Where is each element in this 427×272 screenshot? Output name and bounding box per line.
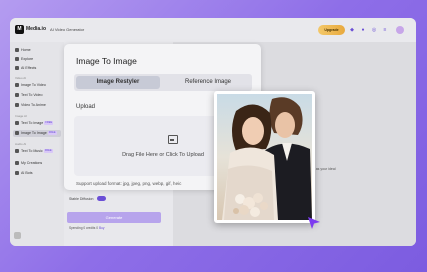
sidebar-item-label: Video To Anime: [21, 103, 46, 107]
brand-logo-icon[interactable]: M: [15, 25, 24, 34]
mode-tabs: Image Restyler Reference Image: [74, 74, 252, 91]
sidebar-item-label: AI Bots: [21, 171, 33, 175]
sidebar-item-image-to-video[interactable]: Image To Video: [15, 82, 46, 89]
sidebar-item-label: My Creations: [21, 161, 43, 165]
sidebar-section-audio: Audio AI: [15, 142, 27, 146]
upload-label: Upload: [76, 104, 96, 110]
buy-link[interactable]: Buy: [99, 226, 105, 230]
notification-icon[interactable]: ●: [360, 27, 366, 33]
free-badge: FREE: [43, 149, 53, 154]
explore-icon: [15, 57, 19, 62]
home-icon: [15, 48, 19, 53]
tab-reference-image[interactable]: Reference Image: [166, 74, 250, 91]
sidebar-item-label: Text To Music: [21, 149, 43, 153]
tab-image-restyler[interactable]: Image Restyler: [76, 76, 160, 89]
sidebar-item-my-creations[interactable]: My Creations: [15, 160, 42, 167]
sidebar-item-image-to-image[interactable]: Image To Image FREE: [13, 130, 61, 137]
sidebar-item-text-to-image[interactable]: Text To Image FREE: [15, 120, 54, 127]
effects-icon: [15, 66, 19, 71]
stability-toggle[interactable]: [97, 196, 106, 201]
free-badge: FREE: [47, 131, 57, 136]
video-icon: [15, 103, 19, 108]
avatar[interactable]: [396, 26, 404, 34]
bot-icon: [15, 171, 19, 176]
sidebar-item-ai-effects[interactable]: AI Effects: [15, 65, 36, 72]
generate-button[interactable]: Generate: [67, 212, 161, 223]
sidebar-item-home[interactable]: Home: [15, 47, 31, 54]
sidebar: Home Explore AI Effects Video AI Image T…: [10, 42, 64, 246]
credits-icon[interactable]: ◎: [371, 27, 377, 33]
sidebar-item-label: Explore: [21, 57, 34, 61]
music-icon: [15, 149, 19, 154]
video-icon: [15, 83, 19, 88]
sidebar-section-image: Image AI: [15, 114, 27, 118]
sidebar-item-label: Image To Video: [21, 83, 46, 87]
sidebar-item-label: Home: [21, 48, 31, 52]
video-icon: [15, 93, 19, 98]
dialog-title: Image To Image: [76, 56, 137, 66]
add-image-icon: [168, 135, 178, 144]
wedding-photo-illustration: [217, 94, 312, 220]
menu-icon[interactable]: ≡: [382, 27, 388, 33]
sidebar-section-video: Video AI: [15, 76, 27, 80]
sidebar-item-label: Image To Image: [21, 131, 47, 135]
credits-info: Spending 0 credits 0 Buy: [69, 226, 104, 230]
upgrade-button[interactable]: Upgrade: [318, 25, 345, 35]
free-badge: FREE: [44, 121, 54, 126]
brand-name: Media.io: [26, 26, 47, 32]
sidebar-item-ai-bots[interactable]: AI Bots: [15, 170, 33, 177]
sidebar-item-explore[interactable]: Explore: [15, 56, 33, 63]
cursor-pointer-icon: [308, 217, 320, 229]
folder-icon: [15, 161, 19, 166]
image-icon: [15, 121, 19, 126]
sidebar-item-label: Text To Video: [21, 93, 43, 97]
stability-label: Stable Diffusion: [69, 197, 94, 201]
sidebar-item-video-to-anime[interactable]: Video To Anime: [15, 102, 46, 109]
sidebar-item-text-to-music[interactable]: Text To Music FREE: [15, 148, 53, 155]
gift-icon[interactable]: ◆: [349, 27, 355, 33]
image-icon: [15, 131, 19, 136]
top-bar-title: AI Video Generator: [50, 27, 85, 32]
supported-formats-text: Support upload format: jpg, jpeg, png, w…: [76, 181, 182, 186]
sidebar-item-text-to-video[interactable]: Text To Video: [15, 92, 42, 99]
sidebar-item-label: Text To Image: [21, 121, 44, 125]
credits-text: Spending 0 credits 0: [69, 226, 99, 230]
collapse-sidebar-icon[interactable]: [14, 232, 21, 239]
wedding-couple-photo[interactable]: [214, 91, 315, 223]
sidebar-item-label: AI Effects: [21, 66, 37, 70]
top-bar: M Media.io AI Video Generator Upgrade ◆ …: [10, 18, 416, 43]
